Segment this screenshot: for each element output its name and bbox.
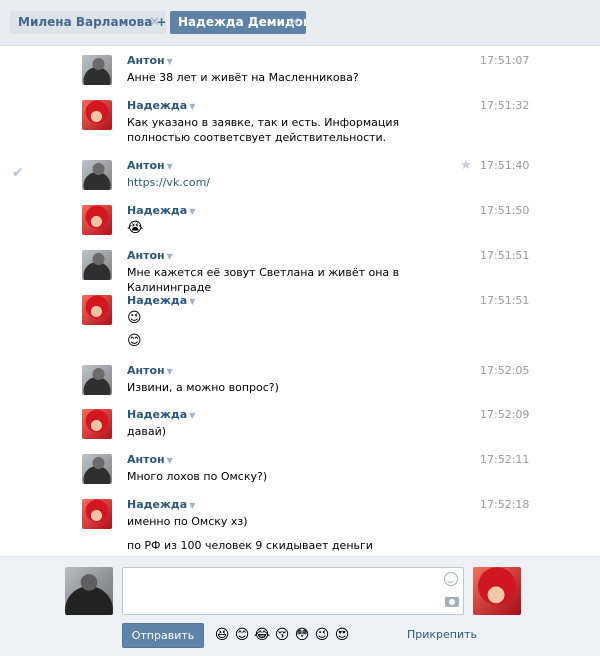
avatar[interactable]	[82, 205, 112, 235]
emoji-button[interactable]: 😊	[232, 625, 252, 645]
message-author[interactable]: Надежда ▼	[127, 498, 195, 511]
chevron-down-icon[interactable]: ▼	[167, 367, 173, 376]
avatar[interactable]	[82, 250, 112, 280]
emoji: 😊	[127, 333, 142, 349]
emoji-button[interactable]: 😉	[312, 625, 332, 645]
chevron-down-icon[interactable]: ▼	[189, 411, 195, 420]
close-icon[interactable]: ✕	[149, 11, 160, 34]
avatar[interactable]	[82, 499, 112, 529]
message-author[interactable]: Антон ▼	[127, 249, 173, 262]
avatar[interactable]	[82, 100, 112, 130]
message-time: 17:51:07	[480, 54, 530, 67]
message-input[interactable]	[122, 567, 464, 615]
emoji-button[interactable]: 😍	[332, 625, 352, 645]
emoji-button[interactable]: 😳	[292, 625, 312, 645]
chevron-down-icon[interactable]: ▼	[167, 162, 173, 171]
message-time: 17:52:11	[480, 453, 530, 466]
message-author[interactable]: Антон ▼	[127, 453, 173, 466]
avatar[interactable]	[82, 409, 112, 439]
message-text: давай)	[127, 425, 167, 438]
avatar[interactable]	[82, 454, 112, 484]
checkmark-icon[interactable]: ✔	[12, 165, 24, 181]
message-history: Антон ▼ 17:51:07 Анне 38 лет и живёт на М…	[0, 45, 600, 557]
message-time: 17:52:18	[480, 498, 530, 511]
message-author[interactable]: Антон ▼	[127, 159, 173, 172]
message-text: Анне 38 лет и живёт на Масленникова?	[127, 71, 359, 84]
message-author[interactable]: Надежда ▼	[127, 294, 195, 307]
chevron-down-icon[interactable]: ▼	[189, 501, 195, 510]
send-button[interactable]: Отправить	[122, 623, 204, 648]
message-author[interactable]: Надежда ▼	[127, 408, 195, 421]
tab-label: Милена Варламова +2	[18, 15, 166, 29]
message-text: Как указано в заявке, так и есть. Информ…	[127, 116, 400, 144]
message-text: именно по Омску хз)	[127, 515, 248, 528]
message-author[interactable]: Антон ▼	[127, 54, 173, 67]
message-text: Извини, а можно вопрос?)	[127, 381, 279, 394]
avatar[interactable]	[82, 55, 112, 85]
message-link[interactable]: https://vk.com/	[127, 175, 427, 190]
emoji-quick-bar: 😆 😊 😂 😚 😳 😉 😍	[212, 625, 352, 645]
message-text: 😭	[127, 220, 427, 236]
message-time: 17:51:40	[480, 159, 530, 172]
tab-nadezhda-demidova[interactable]: Надежда Демидова ✕	[170, 11, 306, 34]
smile-icon[interactable]	[444, 572, 458, 586]
avatar[interactable]	[82, 295, 112, 325]
chevron-down-icon[interactable]: ▼	[189, 207, 195, 216]
message-author[interactable]: Надежда ▼	[127, 99, 195, 112]
message-time: 17:51:50	[480, 204, 530, 217]
camera-icon[interactable]	[445, 597, 459, 607]
message-text: 😉	[127, 310, 427, 326]
chevron-down-icon[interactable]: ▼	[189, 297, 195, 306]
peer-avatar[interactable]	[473, 567, 521, 615]
message-time: 17:51:32	[480, 99, 530, 112]
emoji: 😭	[127, 220, 144, 236]
chevron-down-icon[interactable]: ▼	[167, 252, 173, 261]
attach-link[interactable]: Прикрепить	[407, 628, 477, 641]
message-time: 17:52:05	[480, 364, 530, 377]
close-icon[interactable]: ✕	[289, 11, 300, 34]
message-time: 17:52:09	[480, 408, 530, 421]
message-text: по РФ из 100 человек 9 скидывает деньги	[127, 539, 373, 552]
emoji-button[interactable]: 😂	[252, 625, 272, 645]
message-time: 17:51:51	[480, 294, 530, 307]
avatar[interactable]	[82, 365, 112, 395]
message-text: Мне кажется её зовут Светлана и живёт он…	[127, 266, 400, 294]
chevron-down-icon[interactable]: ▼	[167, 57, 173, 66]
tab-milena-varlamova[interactable]: Милена Варламова +2 ✕	[10, 11, 166, 34]
message-author[interactable]: Антон ▼	[127, 364, 173, 377]
chevron-down-icon[interactable]: ▼	[189, 102, 195, 111]
message-composer: Отправить 😆 😊 😂 😚 😳 😉 😍 Прикрепить	[0, 557, 600, 656]
tab-label: Надежда Демидова	[178, 15, 306, 29]
message-time: 17:51:51	[480, 249, 530, 262]
emoji: 😉	[127, 310, 142, 326]
message-text: Много лохов по Омску?)	[127, 470, 268, 483]
chat-tabs-bar: Милена Варламова +2 ✕ Надежда Демидова ✕	[0, 0, 600, 45]
star-icon[interactable]: ★	[460, 158, 472, 173]
message-text: 😊	[127, 333, 427, 349]
my-avatar[interactable]	[65, 567, 113, 615]
emoji-button[interactable]: 😚	[272, 625, 292, 645]
message-author[interactable]: Надежда ▼	[127, 204, 195, 217]
avatar[interactable]	[82, 160, 112, 190]
chevron-down-icon[interactable]: ▼	[167, 456, 173, 465]
emoji-button[interactable]: 😆	[212, 625, 232, 645]
